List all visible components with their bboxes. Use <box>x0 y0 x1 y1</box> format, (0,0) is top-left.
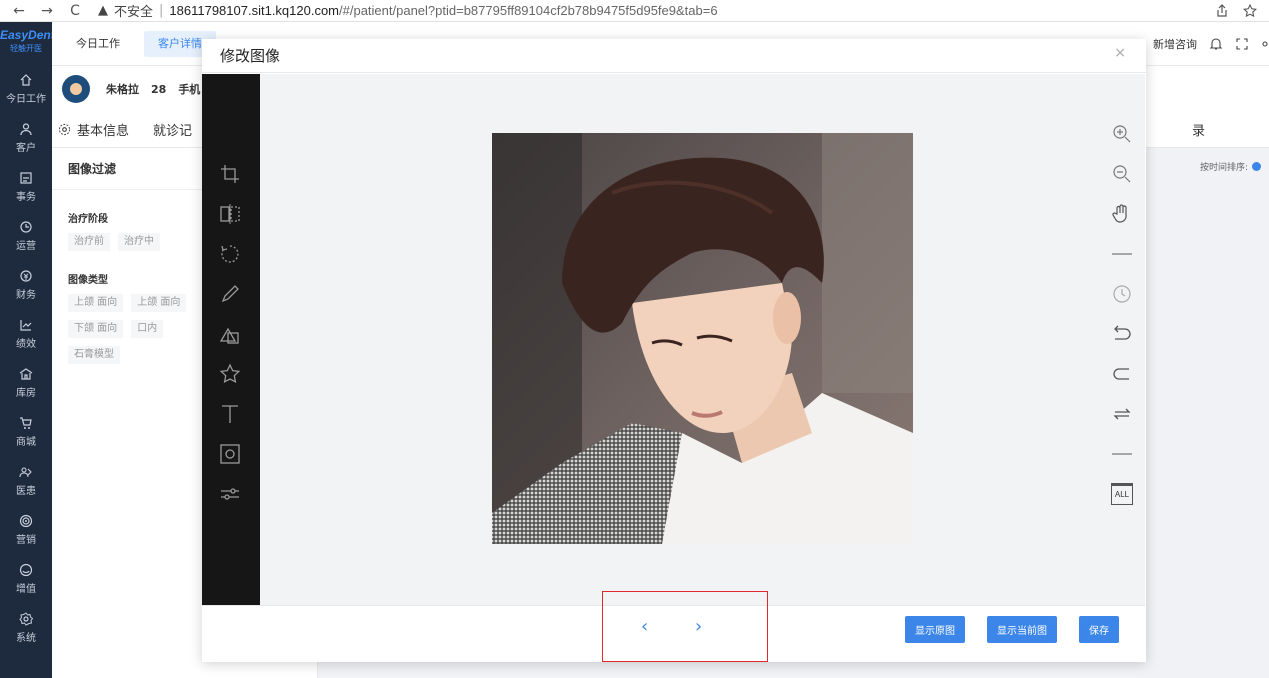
url-host[interactable]: 18611798107.sit1.kq120.com <box>169 3 339 18</box>
zoom-out-icon[interactable] <box>1111 163 1133 185</box>
prev-image-button[interactable]: ‹ <box>641 616 648 637</box>
warning-icon: ▲ <box>98 3 108 18</box>
draw-icon[interactable] <box>219 283 241 305</box>
mask-icon[interactable] <box>219 443 241 465</box>
filter-icon[interactable] <box>219 483 241 505</box>
text-icon[interactable] <box>219 403 241 425</box>
show-original-button[interactable]: 显示原图 <box>905 616 965 643</box>
delete-all-label: ALL <box>1114 490 1130 499</box>
history-icon[interactable] <box>1111 283 1133 305</box>
flip-icon[interactable] <box>219 203 241 225</box>
undo-icon[interactable] <box>1111 323 1133 345</box>
portrait-photo <box>492 133 913 544</box>
url-separator: | <box>159 3 164 18</box>
save-button[interactable]: 保存 <box>1079 616 1119 643</box>
divider-line <box>1112 453 1132 455</box>
reset-icon[interactable] <box>1111 403 1133 425</box>
hand-icon[interactable] <box>1111 203 1133 225</box>
zoom-in-icon[interactable] <box>1111 123 1133 145</box>
star-icon[interactable] <box>219 363 241 385</box>
redo-icon[interactable] <box>1111 363 1133 385</box>
image-editor: ALL <box>202 74 1145 605</box>
rotate-icon[interactable] <box>219 243 241 265</box>
browser-actions <box>1215 0 1257 22</box>
url-path[interactable]: /#/patient/panel?ptid=b87795ff89104cf2b7… <box>339 3 718 18</box>
editor-toolbar-left <box>202 74 260 605</box>
next-image-button[interactable]: › <box>695 616 702 637</box>
show-current-button[interactable]: 显示当前图 <box>987 616 1057 643</box>
editor-toolbar-right: ALL <box>1107 74 1137 605</box>
reload-icon[interactable]: C <box>66 3 84 19</box>
divider-line <box>1112 253 1132 255</box>
crop-icon[interactable] <box>219 163 241 185</box>
back-icon[interactable]: ← <box>10 3 28 19</box>
shape-icon[interactable] <box>219 323 241 345</box>
modal-overlay: 修改图像 × ALL ‹ › 显示原图 显示当前图 保存 <box>0 22 1269 678</box>
star-icon[interactable] <box>1243 4 1257 18</box>
insecure-label: 不安全 <box>114 5 154 20</box>
modal-header: 修改图像 × <box>202 39 1146 73</box>
modal-footer: ‹ › 显示原图 显示当前图 保存 <box>202 591 1145 662</box>
browser-bar: ← → C ▲ 不安全 | 18611798107.sit1.kq120.com… <box>0 0 1269 22</box>
close-icon[interactable]: × <box>1114 45 1126 61</box>
share-icon[interactable] <box>1215 4 1229 18</box>
edited-image[interactable] <box>492 133 913 544</box>
image-navigation-highlight: ‹ › <box>602 591 768 662</box>
delete-all-icon[interactable]: ALL <box>1111 483 1133 505</box>
edit-image-modal: 修改图像 × ALL ‹ › 显示原图 显示当前图 保存 <box>202 39 1146 662</box>
forward-icon[interactable]: → <box>38 3 56 19</box>
modal-title: 修改图像 <box>220 47 281 65</box>
